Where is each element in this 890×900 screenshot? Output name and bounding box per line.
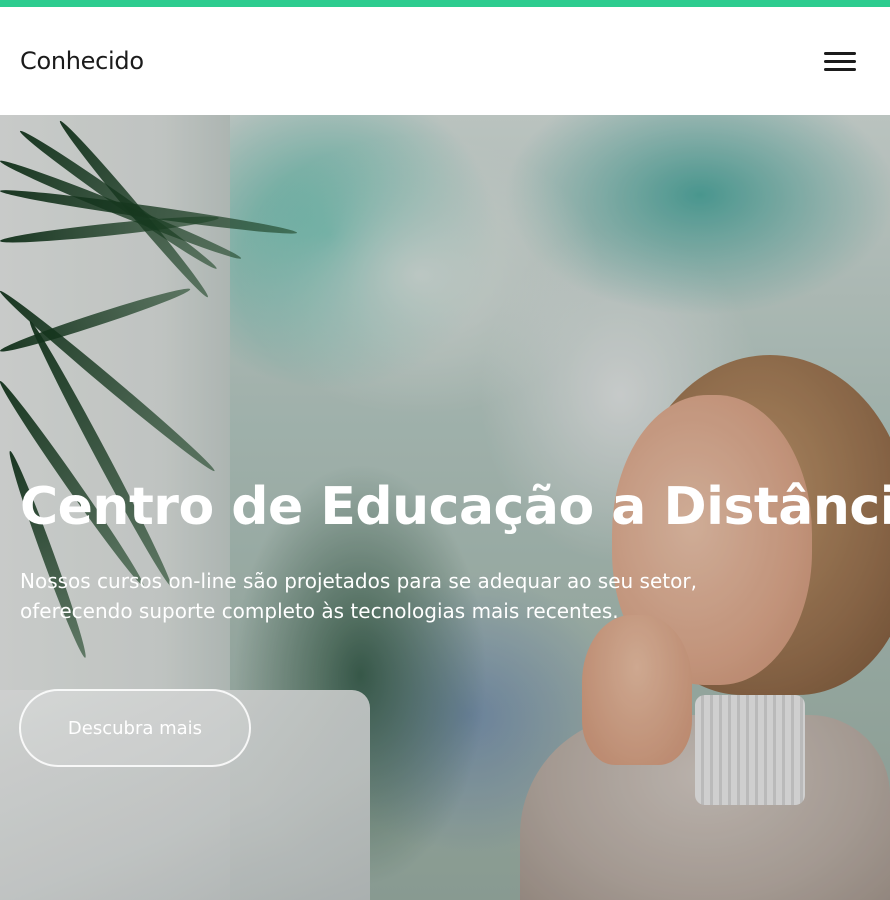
hero-section: Centro de Educação a Distância Nossos cu… [0,115,890,900]
hamburger-bar [824,68,856,71]
hamburger-bar [824,60,856,63]
hero-title: Centro de Educação a Distância [20,477,890,537]
hamburger-menu-icon[interactable] [818,45,858,77]
brand-logo-link[interactable]: Conhecido [20,47,144,75]
accent-stripe [0,0,890,7]
discover-more-button[interactable]: Descubra mais [19,689,251,767]
hamburger-bar [824,52,856,55]
navbar: Conhecido [0,7,890,115]
hero-subtitle: Nossos cursos on-line são projetados par… [20,569,697,623]
